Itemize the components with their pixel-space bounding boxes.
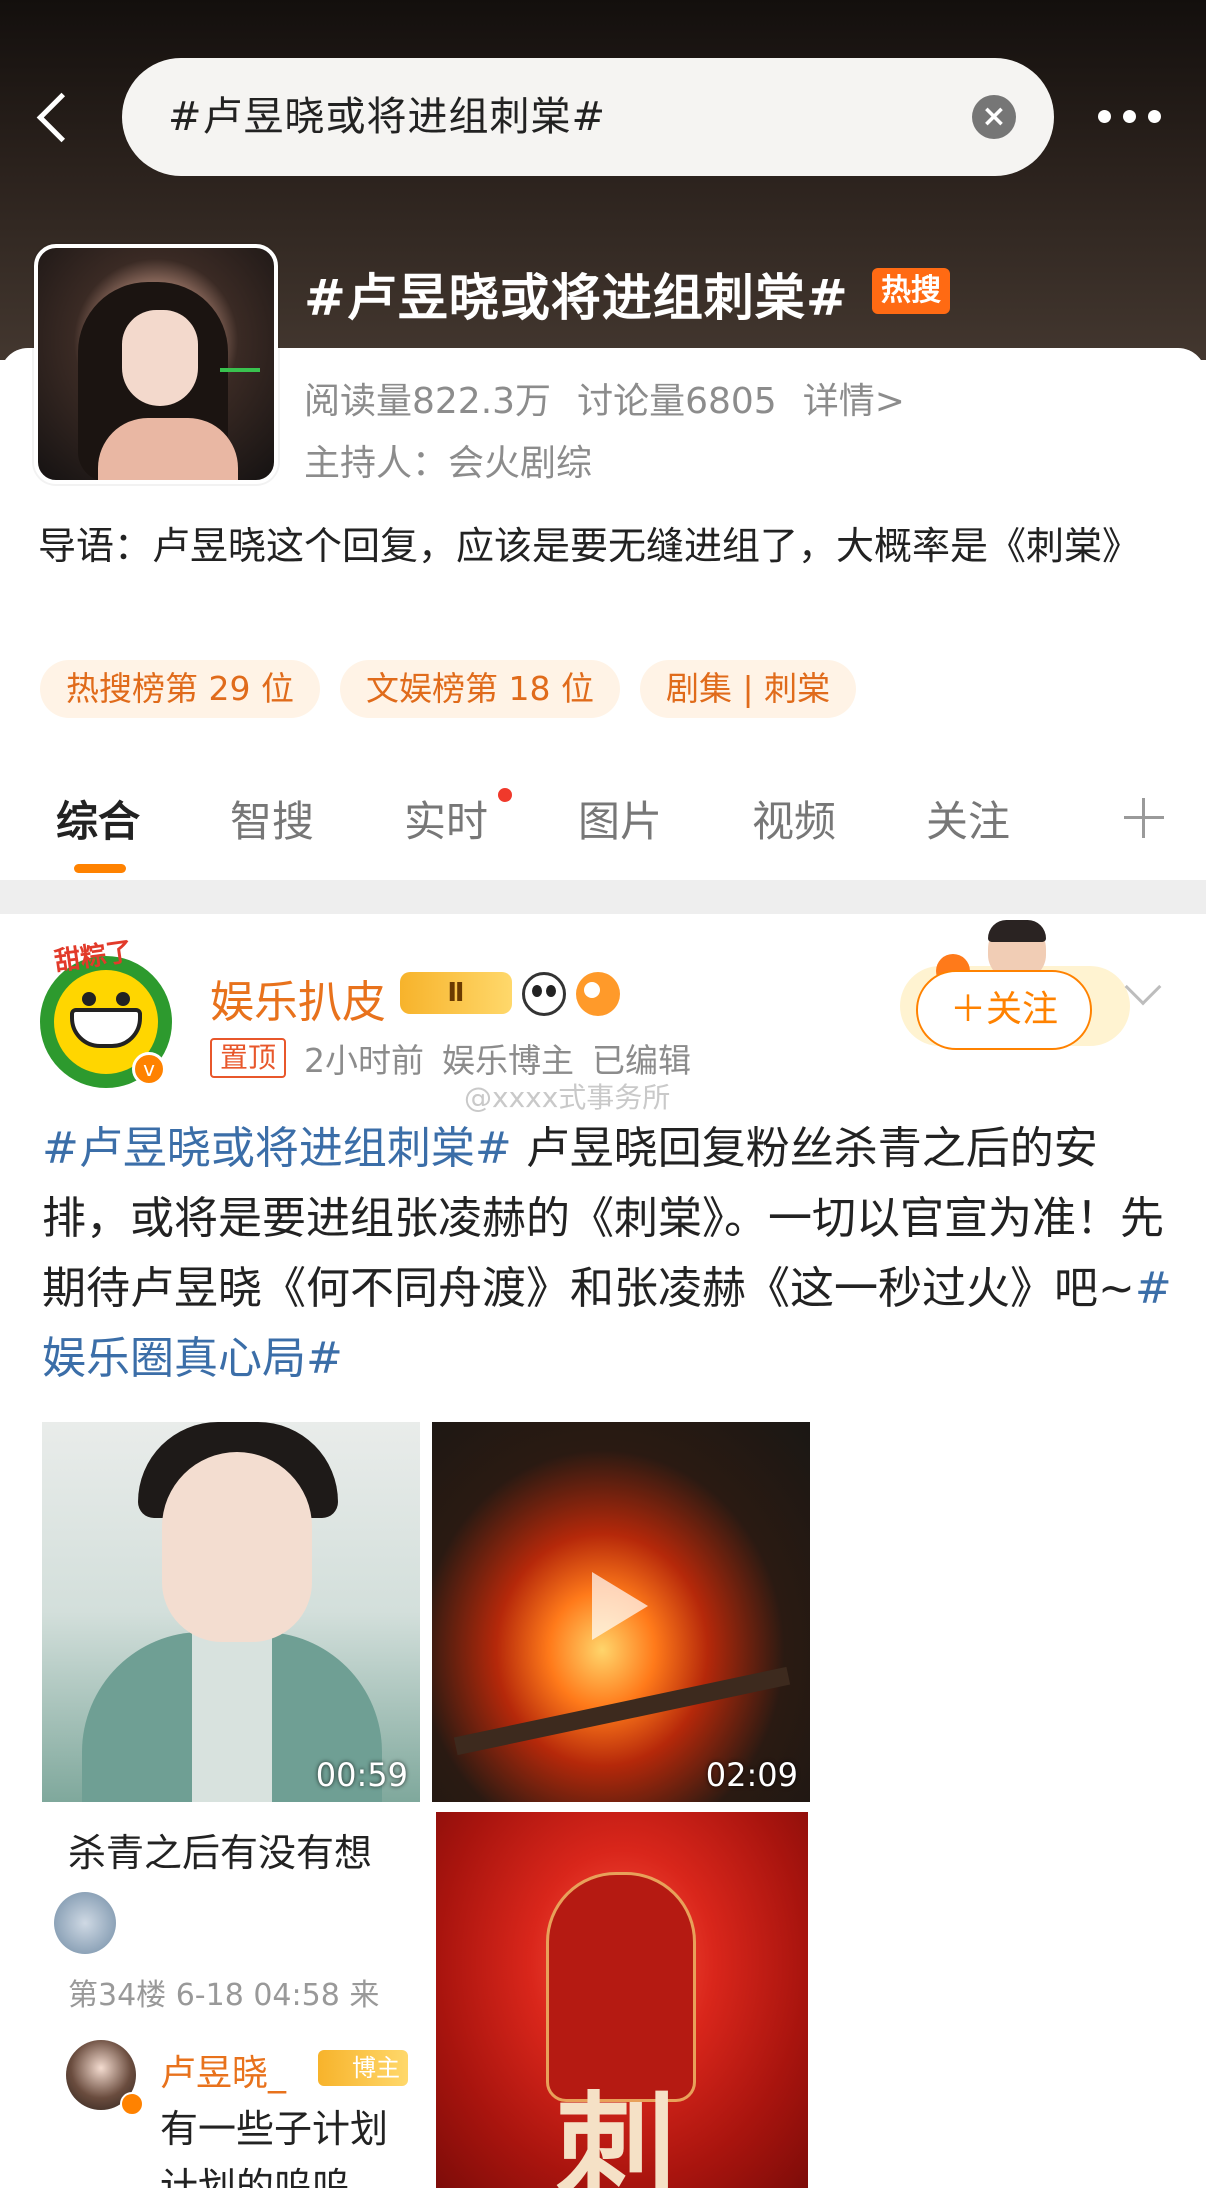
- video-thumbnail-1[interactable]: 00:59: [42, 1422, 420, 1802]
- tab-comprehensive[interactable]: 综合: [56, 788, 140, 849]
- post-time: 2小时前: [304, 1041, 425, 1080]
- comment-screenshot-image[interactable]: 杀青之后有没有想 第34楼 6-18 04:58 来 卢昱晓_ 博主 有一些子计…: [42, 1812, 420, 2188]
- tab-realtime[interactable]: 实时: [404, 788, 488, 849]
- clear-icon[interactable]: ×: [972, 95, 1016, 139]
- post-text: #卢昱晓或将进组刺棠# 卢昱晓回复粉丝杀青之后的安排，或将是要进组张凌赫的《刺棠…: [42, 1114, 1172, 1394]
- topic-intro: 导语：卢昱晓这个回复，应该是要无缝进组了，大概率是《刺棠》: [38, 524, 1141, 568]
- tab-smart-search[interactable]: 智搜: [230, 788, 314, 849]
- commenter-avatar: [54, 1892, 116, 1954]
- poster-title-char: 刺: [556, 2079, 676, 2188]
- read-count: 阅读量822.3万: [304, 381, 552, 422]
- author-name[interactable]: 娱乐扒皮: [210, 966, 386, 1030]
- verified-icon: v: [132, 1052, 166, 1086]
- comment-floor: 第34楼 6-18 04:58 来: [68, 1978, 380, 2013]
- topic-cover-image[interactable]: [34, 244, 278, 484]
- blogger-badge: 博主: [318, 2050, 408, 2086]
- topic-title: #卢昱晓或将进组刺棠#: [304, 269, 849, 327]
- tag-drama[interactable]: 剧集 | 刺棠: [639, 660, 857, 718]
- topic-tags: 热搜榜第 29 位 文娱榜第 18 位 剧集 | 刺棠: [40, 660, 857, 718]
- hashtag-link[interactable]: #卢昱晓或将进组刺棠#: [42, 1123, 512, 1174]
- post-meta: 置顶 2小时前 娱乐博主 已编辑: [210, 1034, 691, 1082]
- watermark: @xxxx式事务所: [464, 1081, 671, 1114]
- crown-level-icon[interactable]: Ⅱ: [400, 972, 512, 1014]
- search-input[interactable]: #卢昱晓或将进组刺棠#: [168, 58, 606, 176]
- tab-images[interactable]: 图片: [578, 788, 662, 849]
- edited-label: 已编辑: [592, 1041, 692, 1080]
- back-arrow-icon[interactable]: [30, 88, 80, 148]
- new-dot-icon: [498, 788, 512, 802]
- details-link[interactable]: 详情>: [803, 381, 905, 422]
- hot-badge: 热搜: [872, 268, 950, 314]
- discussion-count: 讨论量6805: [577, 381, 777, 422]
- reply-name: 卢昱晓_: [160, 2053, 287, 2094]
- section-divider: [0, 880, 1206, 914]
- play-icon[interactable]: [592, 1572, 648, 1640]
- tab-bar: 综合 智搜 实时 图片 视频 关注: [0, 788, 1206, 880]
- add-tab-icon[interactable]: [1124, 798, 1164, 838]
- video-duration: 00:59: [315, 1756, 408, 1794]
- author-role: 娱乐博主: [442, 1041, 575, 1080]
- more-icon[interactable]: [1098, 110, 1162, 124]
- drama-poster-image[interactable]: 刺: [436, 1812, 808, 2188]
- tab-videos[interactable]: 视频: [752, 788, 836, 849]
- reply-text: 有一些子计划 计划的呜呜: [160, 2107, 389, 2188]
- video-thumbnail-2[interactable]: 02:09: [432, 1422, 810, 1802]
- search-bar[interactable]: #卢昱晓或将进组刺棠# ×: [122, 58, 1054, 176]
- fish-icon[interactable]: [576, 972, 620, 1016]
- post-card: 甜粽了 v 娱乐扒皮 Ⅱ 置顶 2小时前 娱乐博主 已编辑 @xxxx式事务所 …: [0, 914, 1206, 2188]
- topic-host[interactable]: 主持人：会火剧综: [304, 434, 592, 486]
- topic-stats: 阅读量822.3万 讨论量6805 详情>: [304, 372, 931, 424]
- follow-button[interactable]: ＋关注: [916, 970, 1092, 1050]
- verified-icon: [120, 2092, 144, 2116]
- panda-icon[interactable]: [522, 972, 566, 1016]
- pinned-badge: 置顶: [210, 1038, 287, 1078]
- tag-hot-rank[interactable]: 热搜榜第 29 位: [40, 660, 320, 718]
- video-duration: 02:09: [705, 1756, 798, 1794]
- tab-following[interactable]: 关注: [926, 788, 1010, 849]
- comment-quote: 杀青之后有没有想: [68, 1831, 373, 1875]
- tag-ent-rank[interactable]: 文娱榜第 18 位: [339, 660, 620, 718]
- active-tab-indicator: [74, 864, 126, 873]
